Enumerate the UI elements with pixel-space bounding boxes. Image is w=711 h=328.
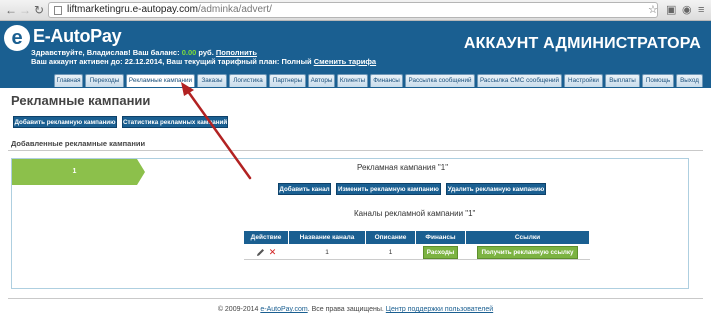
- rights-text: . Все права защищены.: [307, 306, 384, 313]
- forward-arrow-icon[interactable]: →: [18, 3, 32, 17]
- copyright: © 2009-2014: [217, 306, 259, 313]
- balance-label: Ваш баланс:: [132, 48, 180, 57]
- url-host: liftmarketingru.e-autopay.com: [67, 4, 198, 15]
- campaign-tab-1[interactable]: 1: [12, 159, 137, 185]
- tab-home[interactable]: Главная: [54, 74, 83, 87]
- tab-ad-campaigns[interactable]: Рекламные кампании: [126, 74, 195, 87]
- main-nav-tabs: Главная Переходы Рекламные кампании Зака…: [0, 74, 711, 88]
- tab-logout[interactable]: Выход: [676, 74, 703, 87]
- added-campaigns-label: Добавленные рекламные кампании: [11, 139, 146, 148]
- tab-clients[interactable]: Клиенты: [337, 74, 368, 87]
- extension-icon[interactable]: ▣: [666, 3, 676, 17]
- topup-link[interactable]: Пополнить: [216, 48, 257, 57]
- puzzle-icon[interactable]: ◉: [682, 3, 692, 17]
- col-description: Описание: [365, 230, 416, 245]
- delete-campaign-button[interactable]: Удалить рекламную кампанию: [446, 183, 546, 195]
- finance-cell: Расходы: [415, 244, 466, 260]
- greeting-line: Здравствуйте, Владислав! Ваш баланс: 0.0…: [31, 48, 257, 57]
- tab-messages[interactable]: Рассылка сообщений: [405, 74, 475, 87]
- col-links: Ссылки: [465, 230, 590, 245]
- page-icon: [54, 6, 62, 15]
- edit-campaign-button[interactable]: Изменить рекламную кампанию: [336, 183, 441, 195]
- menu-icon[interactable]: ≡: [698, 3, 704, 17]
- channels-table: Действие Название канала Описание Финанс…: [243, 230, 590, 260]
- footer-divider: [8, 298, 703, 299]
- table-row: ✕ 1 1 Расходы Получить рекламную ссылку: [243, 244, 590, 260]
- campaign-tab-arrow: [137, 159, 145, 185]
- site-link[interactable]: e-AutoPay.com: [260, 306, 307, 313]
- account-status-line: Ваш аккаунт активен до: 22.12.2014, Ваш …: [31, 57, 376, 66]
- star-icon[interactable]: ☆: [648, 3, 658, 17]
- footer: © 2009-2014 e-AutoPay.com. Все права защ…: [0, 306, 711, 313]
- logo-icon[interactable]: e: [4, 25, 30, 51]
- add-channel-button[interactable]: Добавить канал: [278, 183, 331, 195]
- campaign-stats-button[interactable]: Статистика рекламных кампаний: [122, 116, 228, 128]
- tab-sms[interactable]: Рассылка СМС сообщений: [477, 74, 562, 87]
- support-link[interactable]: Центр поддержки пользователей: [386, 306, 493, 313]
- change-tariff-link[interactable]: Сменить тарифа: [314, 57, 376, 66]
- tab-partners[interactable]: Партнеры: [269, 74, 306, 87]
- site-header: e E-AutoPay Здравствуйте, Владислав! Ваш…: [0, 21, 711, 74]
- logo-text[interactable]: E-AutoPay: [33, 26, 122, 47]
- tab-logistics[interactable]: Логистика: [229, 74, 267, 87]
- col-finance: Финансы: [415, 230, 466, 245]
- links-cell: Получить рекламную ссылку: [465, 244, 590, 260]
- col-action: Действие: [243, 230, 289, 245]
- table-header-row: Действие Название канала Описание Финанс…: [243, 230, 590, 245]
- col-channel-name: Название канала: [288, 230, 366, 245]
- get-ad-link-button[interactable]: Получить рекламную ссылку: [477, 245, 578, 259]
- expenses-button[interactable]: Расходы: [422, 245, 459, 259]
- campaign-panel: 1: [11, 158, 689, 289]
- tab-finance[interactable]: Финансы: [370, 74, 403, 87]
- admin-title: АККАУНТ АДМИНИСТРАТОРА: [463, 35, 701, 52]
- greeting-text: Здравствуйте, Владислав!: [31, 48, 131, 57]
- divider: [8, 150, 703, 151]
- reload-icon[interactable]: ↻: [32, 3, 46, 17]
- pencil-icon[interactable]: [256, 248, 265, 257]
- channels-title: Каналы рекламной кампании "1": [354, 209, 476, 218]
- tab-settings[interactable]: Настройки: [564, 74, 603, 87]
- balance-currency: руб.: [198, 48, 214, 57]
- tab-orders[interactable]: Заказы: [197, 74, 227, 87]
- address-bar[interactable]: liftmarketingru.e-autopay.com/adminka/ad…: [48, 2, 658, 18]
- tab-payouts[interactable]: Выплаты: [605, 74, 640, 87]
- browser-toolbar: ← → ↻ liftmarketingru.e-autopay.com/admi…: [0, 0, 711, 21]
- add-campaign-button[interactable]: Добавить рекламную кампанию: [13, 116, 117, 128]
- tab-transitions[interactable]: Переходы: [85, 74, 124, 87]
- back-arrow-icon[interactable]: ←: [4, 3, 18, 17]
- description-cell: 1: [365, 244, 416, 260]
- page-title: Рекламные кампании: [11, 93, 151, 108]
- url-path: /adminka/advert/: [197, 4, 272, 15]
- channel-name-cell: 1: [288, 244, 366, 260]
- balance-value: 0.00: [181, 48, 197, 57]
- tab-authors[interactable]: Авторы: [308, 74, 335, 87]
- campaign-name: Рекламная кампания "1": [357, 163, 449, 172]
- account-active-text: Ваш аккаунт активен до: 22.12.2014, Ваш …: [31, 57, 312, 66]
- delete-x-icon[interactable]: ✕: [269, 247, 277, 258]
- action-cell: ✕: [243, 244, 289, 260]
- tab-help[interactable]: Помощь: [642, 74, 674, 87]
